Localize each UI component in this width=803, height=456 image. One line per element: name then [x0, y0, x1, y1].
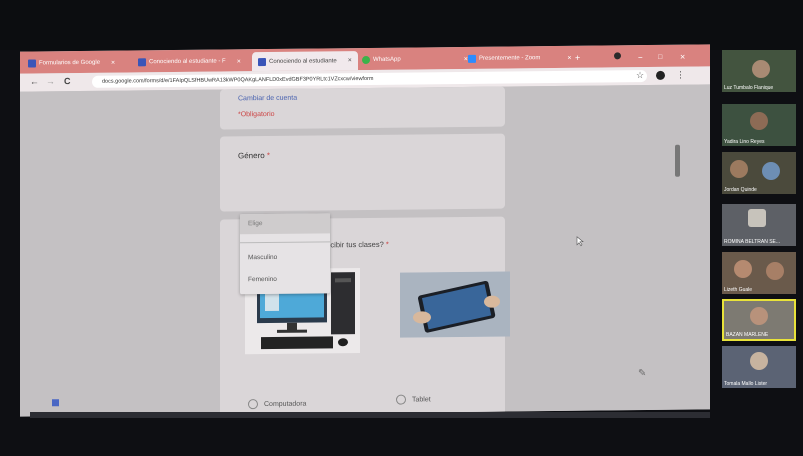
- required-asterisk: *: [266, 150, 271, 161]
- option-label: Computadora: [264, 400, 307, 408]
- new-tab-button[interactable]: +: [575, 50, 580, 66]
- minimize-button[interactable]: −: [638, 49, 643, 65]
- whatsapp-icon: [362, 55, 370, 65]
- reload-button[interactable]: C: [64, 76, 71, 86]
- form-page: Cambiar de cuenta *Obligatorio Género * …: [20, 84, 710, 417]
- forward-button[interactable]: →: [46, 76, 55, 86]
- dropdown-option-placeholder[interactable]: Elige: [240, 213, 330, 235]
- divider: [240, 241, 330, 244]
- participant-name: ROMINA BELTRAN SE...: [724, 239, 781, 245]
- required-asterisk: *: [385, 239, 389, 249]
- close-icon[interactable]: ×: [111, 59, 115, 66]
- scrollbar-thumb[interactable]: [675, 144, 680, 177]
- gender-question-title: Género *: [238, 151, 270, 160]
- participant-video: [730, 160, 748, 178]
- participant-name: Lizeth Guale: [724, 287, 753, 293]
- browser-window: Formularios de Google × Conociendo al es…: [20, 44, 710, 417]
- participant-video: [750, 307, 768, 325]
- participant-video: [750, 352, 768, 370]
- dropdown-option-femenino[interactable]: Femenino: [240, 263, 330, 286]
- tab-conociendo-f[interactable]: Conociendo al estudiante - F ×: [138, 53, 241, 70]
- bookmark-star-icon[interactable]: ☆: [636, 70, 644, 81]
- extension-icon[interactable]: [656, 70, 665, 80]
- mouse-cursor-icon: [576, 236, 584, 247]
- forms-icon: [258, 57, 266, 66]
- wall-background: [0, 0, 803, 50]
- participant-tile[interactable]: Yadira Lino Reyes: [722, 104, 796, 146]
- radio-option-tablet[interactable]: Tablet: [396, 394, 431, 405]
- tablet-image: [400, 271, 510, 338]
- participant-name: Luz Tumbalo Flanique: [724, 85, 774, 91]
- profile-icon[interactable]: [614, 52, 621, 60]
- participant-tile-active-speaker[interactable]: BAZAN MARLENE: [722, 299, 796, 341]
- tab-formularios[interactable]: Formularios de Google ×: [28, 55, 115, 72]
- participant-tile[interactable]: Luz Tumbalo Flanique: [722, 50, 796, 92]
- forms-icon: [138, 58, 146, 67]
- close-icon[interactable]: ×: [567, 54, 571, 61]
- participant-tile[interactable]: Lizeth Guale: [722, 252, 796, 294]
- monitor-bezel: [30, 412, 710, 418]
- url-text: docs.google.com/forms/d/e/1FAIpQLSfHBUwR…: [102, 75, 374, 85]
- taskbar-app-icon[interactable]: [52, 399, 59, 407]
- maximize-button[interactable]: □: [658, 49, 662, 65]
- gender-question-card: Género *: [220, 133, 505, 212]
- account-card: Cambiar de cuenta *Obligatorio: [220, 86, 505, 130]
- participant-tile[interactable]: ROMINA BELTRAN SE...: [722, 204, 796, 246]
- dropdown-option-masculino[interactable]: Masculino: [240, 250, 330, 264]
- radio-circle-icon[interactable]: [248, 399, 258, 410]
- participant-video: [734, 260, 752, 278]
- participant-tile[interactable]: Jordan Quinde: [722, 152, 796, 194]
- participant-video: [748, 209, 766, 227]
- participant-tile[interactable]: Tomala Mallo Lister: [722, 346, 796, 388]
- zoom-icon: [468, 54, 476, 63]
- tab-conociendo-active[interactable]: Conociendo al estudiante ×: [252, 51, 358, 72]
- menu-icon[interactable]: ⋮: [676, 70, 685, 81]
- tab-label: Formularios de Google: [39, 59, 101, 67]
- radio-option-computadora[interactable]: Computadora: [248, 399, 306, 410]
- question-text: Género: [238, 151, 265, 161]
- close-icon[interactable]: ×: [237, 58, 241, 65]
- participant-name: Tomala Mallo Lister: [724, 381, 768, 387]
- participant-video: [750, 112, 768, 130]
- tab-label: Conociendo al estudiante - F: [149, 58, 226, 66]
- tab-whatsapp[interactable]: WhatsApp ×: [362, 51, 468, 68]
- participant-name: Yadira Lino Reyes: [724, 139, 765, 145]
- tablet-icon: [400, 271, 510, 338]
- close-icon[interactable]: ×: [348, 57, 352, 64]
- participant-name: Jordan Quinde: [724, 187, 757, 193]
- window-close-button[interactable]: ×: [680, 49, 685, 65]
- back-button[interactable]: ←: [30, 76, 39, 86]
- participant-video: [752, 60, 770, 78]
- radio-circle-icon[interactable]: [396, 394, 406, 405]
- participant-name: BAZAN MARLENE: [726, 332, 769, 338]
- forms-icon: [28, 59, 36, 68]
- required-note: *Obligatorio: [238, 110, 275, 119]
- tab-label: Presentemente - Zoom: [479, 55, 541, 62]
- tab-label: Conociendo al estudiante: [269, 57, 337, 65]
- participant-video: [766, 262, 784, 280]
- participant-video: [762, 162, 780, 180]
- gender-dropdown-menu[interactable]: Elige Masculino Femenino: [240, 213, 330, 295]
- switch-account-link[interactable]: Cambiar de cuenta: [238, 95, 297, 103]
- option-label: Tablet: [412, 395, 431, 404]
- tab-zoom[interactable]: Presentemente - Zoom ×: [468, 50, 571, 67]
- edit-pencil-icon[interactable]: ✎: [638, 368, 652, 382]
- tab-label: WhatsApp: [373, 56, 401, 63]
